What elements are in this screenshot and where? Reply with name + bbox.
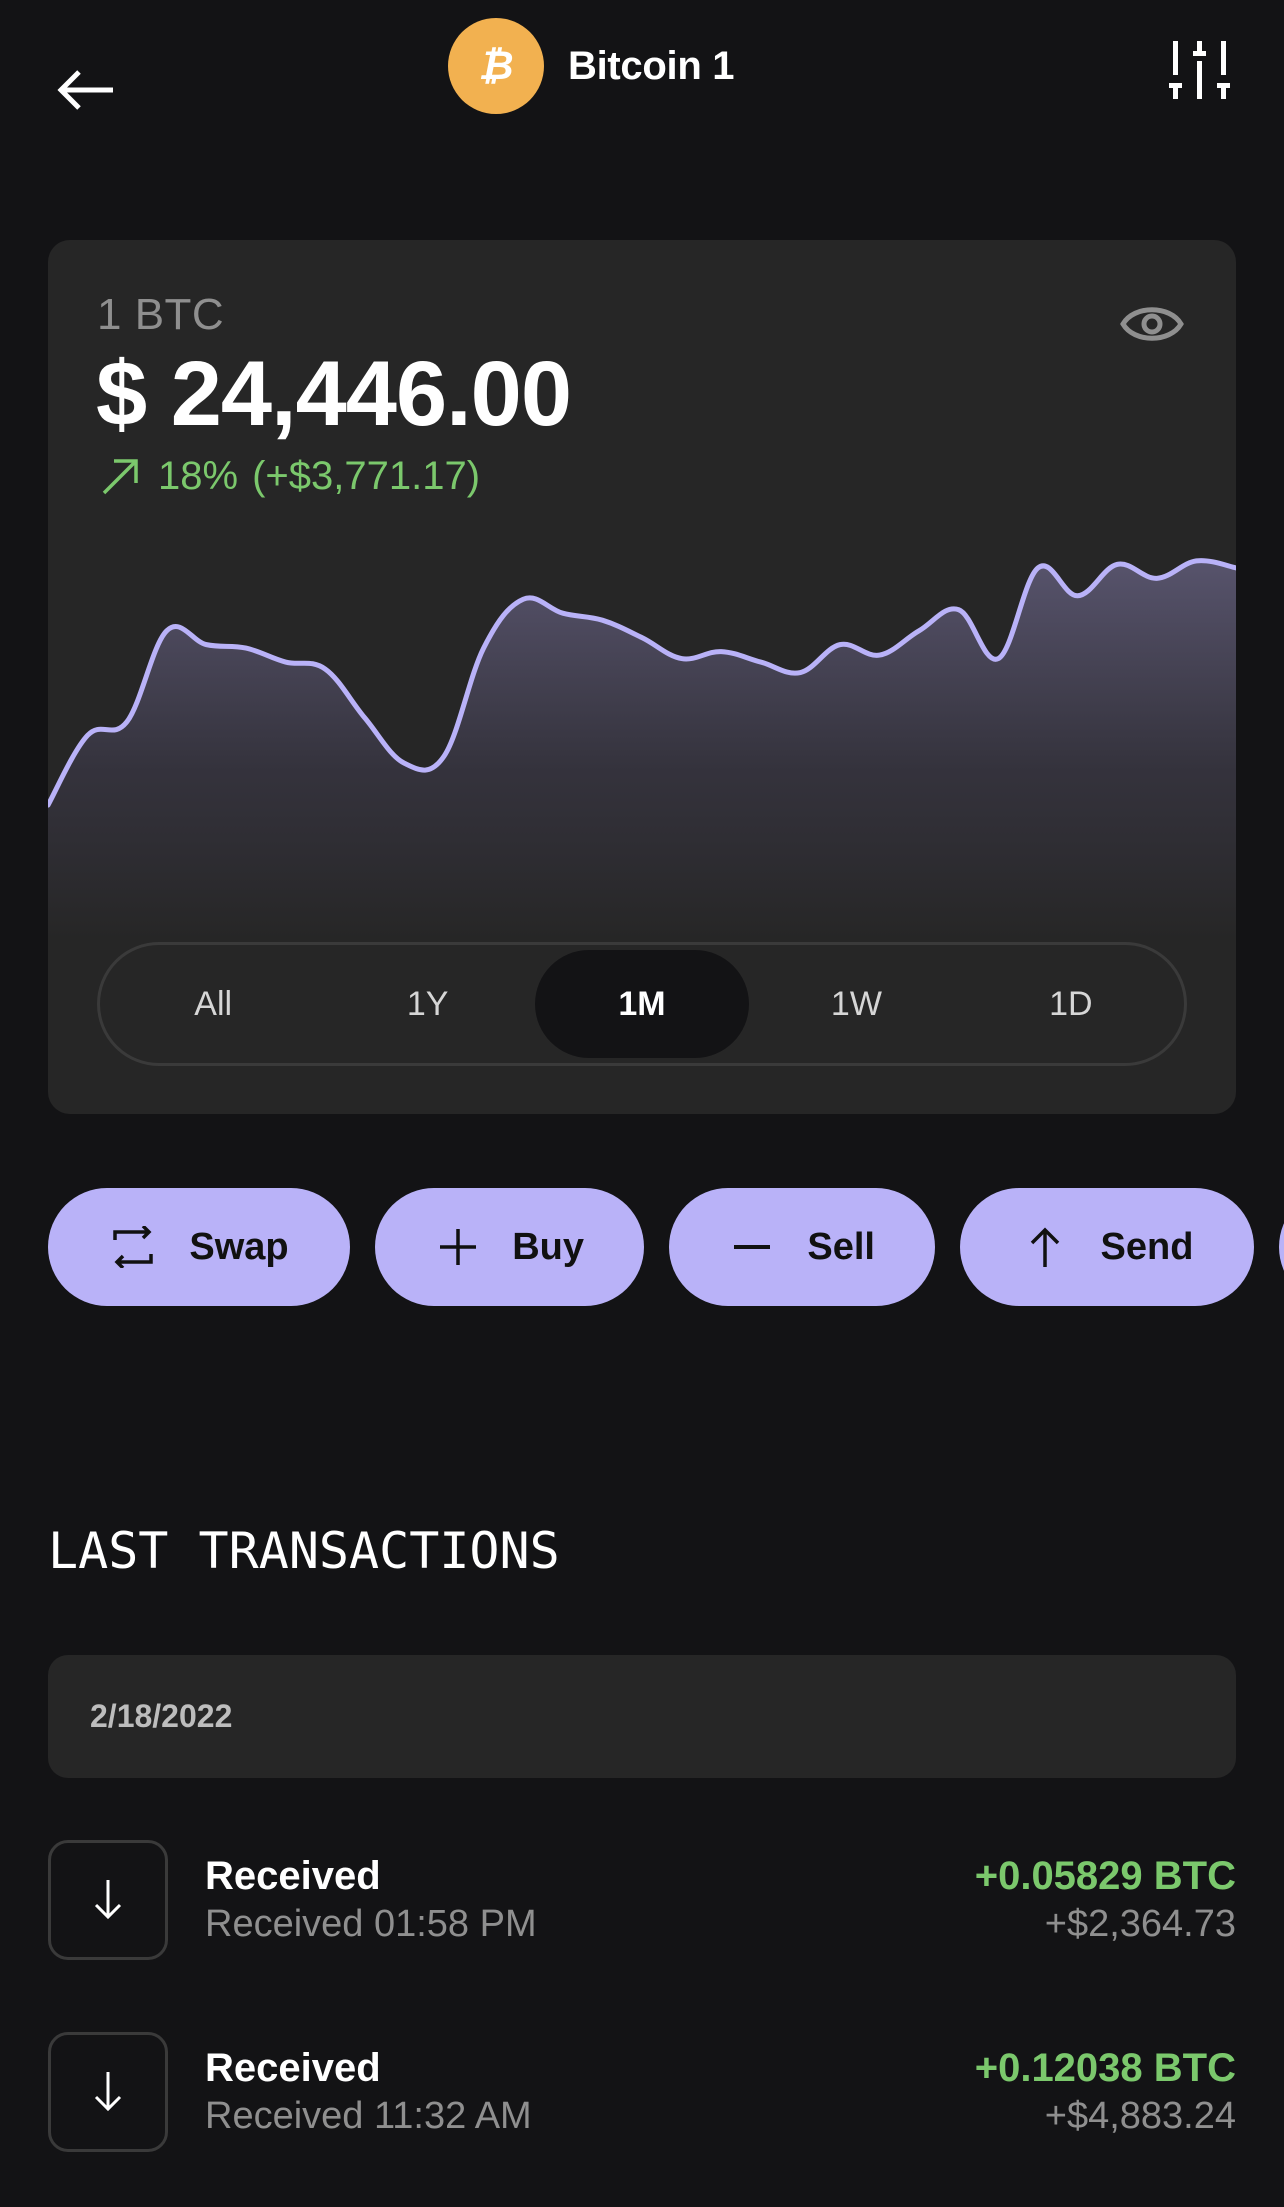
chart-point — [797, 670, 803, 676]
action-buttons: Swap Buy Sell Send — [48, 1188, 1284, 1306]
transaction-row[interactable]: Received Received 11:32 AM +0.12038 BTC … — [48, 2032, 1236, 2152]
transaction-icon-box — [48, 1840, 168, 1960]
send-button[interactable]: Send — [960, 1188, 1254, 1306]
tab-1d[interactable]: 1D — [964, 950, 1178, 1058]
wallet-detail-screen: ₿ Bitcoin 1 1 BTC $ 24,446.00 18% (+$3,7… — [0, 0, 1284, 2207]
chart-point — [1154, 575, 1160, 581]
plus-icon — [437, 1225, 478, 1269]
back-button[interactable] — [48, 56, 124, 124]
chart-point — [837, 642, 843, 648]
settings-button[interactable] — [1162, 34, 1238, 104]
chart-point — [362, 715, 368, 721]
swap-button[interactable]: Swap — [48, 1188, 350, 1306]
last-transactions-heading: LAST TRANSACTIONS — [48, 1522, 560, 1580]
price-chart[interactable] — [48, 520, 1236, 940]
sliders-icon — [1169, 41, 1230, 99]
wallet-title-group: ₿ Bitcoin 1 — [448, 18, 735, 114]
transaction-title: Received — [205, 2046, 381, 2090]
transaction-amount-btc: +0.12038 BTC — [974, 2046, 1236, 2090]
transaction-subtitle: Received 11:32 AM — [205, 2095, 532, 2137]
bitcoin-symbol: ₿ — [478, 43, 514, 89]
transaction-details: Received Received 01:58 PM — [205, 1852, 975, 1948]
minus-icon — [731, 1225, 773, 1269]
swap-icon — [111, 1225, 155, 1269]
buy-label: Buy — [512, 1225, 584, 1268]
chart-point — [283, 659, 289, 665]
chart-point — [956, 607, 962, 613]
change-amount: (+$3,771.17) — [252, 454, 481, 498]
chart-point — [1114, 561, 1120, 567]
arrow-up-icon — [1023, 1225, 1067, 1269]
chart-point — [441, 753, 447, 759]
chart-point — [877, 652, 883, 658]
send-label: Send — [1100, 1225, 1194, 1268]
chart-point — [401, 760, 407, 766]
chart-point — [1193, 558, 1199, 564]
transaction-date-header: 2/18/2022 — [48, 1655, 1236, 1778]
trend-up-icon — [102, 458, 138, 494]
transaction-date: 2/18/2022 — [90, 1698, 233, 1734]
tab-all[interactable]: All — [106, 950, 320, 1058]
transaction-amounts: +0.05829 BTC +$2,364.73 — [975, 1852, 1236, 1948]
toggle-visibility-button[interactable] — [1120, 292, 1184, 356]
buy-button[interactable]: Buy — [375, 1188, 644, 1306]
chart-point — [560, 610, 566, 616]
time-range-tabs: All 1Y 1M 1W 1D — [97, 942, 1187, 1066]
chart-point — [758, 659, 764, 665]
chart-point — [1035, 565, 1041, 571]
transaction-icon-box — [48, 2032, 168, 2152]
swap-label: Swap — [189, 1225, 289, 1268]
chart-point — [203, 642, 209, 648]
sell-label: Sell — [807, 1225, 875, 1268]
balance-change: 18% (+$3,771.17) — [100, 454, 480, 499]
arrow-down-icon — [94, 2072, 122, 2112]
change-percent: 18% — [158, 454, 239, 498]
transaction-amount-usd: +$2,364.73 — [1044, 1903, 1236, 1945]
chart-point — [679, 656, 685, 662]
chart-point — [481, 645, 487, 651]
arrow-left-icon — [57, 70, 113, 110]
sell-button[interactable]: Sell — [669, 1188, 935, 1306]
chart-point — [243, 645, 249, 651]
chart-point — [995, 656, 1001, 662]
chart-point — [718, 649, 724, 655]
chart-point — [1075, 593, 1081, 599]
chart-point — [639, 635, 645, 641]
chart-point — [916, 628, 922, 634]
wallet-title: Bitcoin 1 — [568, 43, 735, 88]
transaction-title: Received — [205, 1854, 381, 1898]
balance-card: 1 BTC $ 24,446.00 18% (+$3,771.17) All 1… — [48, 240, 1236, 1114]
bitcoin-logo-icon: ₿ — [448, 18, 544, 114]
chart-point — [520, 596, 526, 602]
tab-1y[interactable]: 1Y — [320, 950, 534, 1058]
balance-amount: $ 24,446.00 — [96, 343, 572, 445]
balance-unit: 1 BTC — [97, 290, 225, 339]
transaction-amount-usd: +$4,883.24 — [1044, 2095, 1236, 2137]
transaction-row[interactable]: Received Received 01:58 PM +0.05829 BTC … — [48, 1840, 1236, 1960]
chart-point — [322, 666, 328, 672]
tab-1w[interactable]: 1W — [749, 950, 963, 1058]
transaction-amount-btc: +0.05829 BTC — [974, 1854, 1236, 1898]
transaction-subtitle: Received 01:58 PM — [205, 1903, 537, 1945]
arrow-down-icon — [94, 1880, 122, 1920]
more-action-button[interactable] — [1279, 1188, 1284, 1306]
chart-point — [599, 617, 605, 623]
chart-point — [124, 718, 130, 724]
chart-point — [164, 628, 170, 634]
chart-point — [85, 732, 91, 738]
chart-area-fill — [48, 560, 1236, 940]
tab-1m[interactable]: 1M — [534, 950, 750, 1058]
transaction-amounts: +0.12038 BTC +$4,883.24 — [975, 2044, 1236, 2140]
transaction-details: Received Received 11:32 AM — [205, 2044, 975, 2140]
eye-icon — [1120, 307, 1184, 341]
